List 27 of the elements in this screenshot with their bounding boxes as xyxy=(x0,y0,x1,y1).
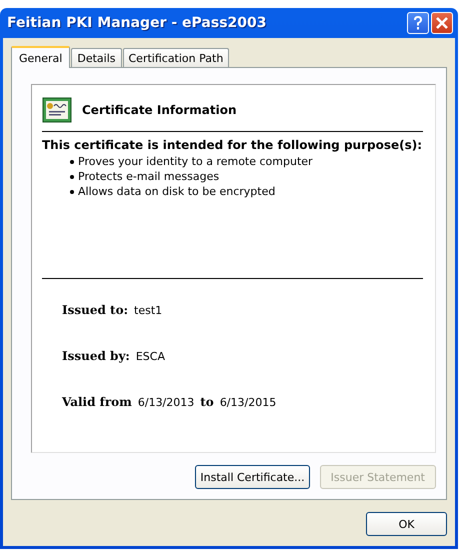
valid-to-label: to xyxy=(200,395,214,409)
issued-to-label: Issued to: xyxy=(62,303,128,317)
dialog-button[interactable]: Install Certificate... xyxy=(195,465,310,489)
valid-from-date: 6/13/2013 xyxy=(138,396,194,409)
valid-from-label: Valid from xyxy=(62,395,132,409)
close-button[interactable] xyxy=(431,12,453,34)
bullet-icon xyxy=(70,190,74,194)
issued-to-value: test1 xyxy=(134,304,162,317)
ok-button[interactable]: OK xyxy=(366,512,447,536)
help-button[interactable] xyxy=(407,12,429,34)
bullet-icon xyxy=(70,174,74,178)
purpose-item: Allows data on disk to be encrypted xyxy=(78,184,276,199)
tab[interactable]: Details xyxy=(71,48,122,67)
certificate-icon xyxy=(42,97,72,123)
tab[interactable]: General xyxy=(11,46,70,68)
close-icon xyxy=(435,16,449,30)
issued-by-label: Issued by: xyxy=(62,349,130,363)
tab[interactable]: Certification Path xyxy=(122,48,230,67)
help-icon xyxy=(411,15,425,31)
issued-by-value: ESCA xyxy=(136,350,165,363)
valid-to-date: 6/13/2015 xyxy=(220,396,276,409)
purpose-heading: This certificate is intended for the following purpose(s): xyxy=(42,138,423,152)
section-heading: Certificate Information xyxy=(82,103,236,117)
purpose-item: Proves your identity to a remote computer xyxy=(78,154,313,169)
window-title: Feitian PKI Manager - ePass2003 xyxy=(7,15,266,31)
purpose-item: Protects e-mail messages xyxy=(78,169,220,184)
bullet-icon xyxy=(70,160,74,164)
